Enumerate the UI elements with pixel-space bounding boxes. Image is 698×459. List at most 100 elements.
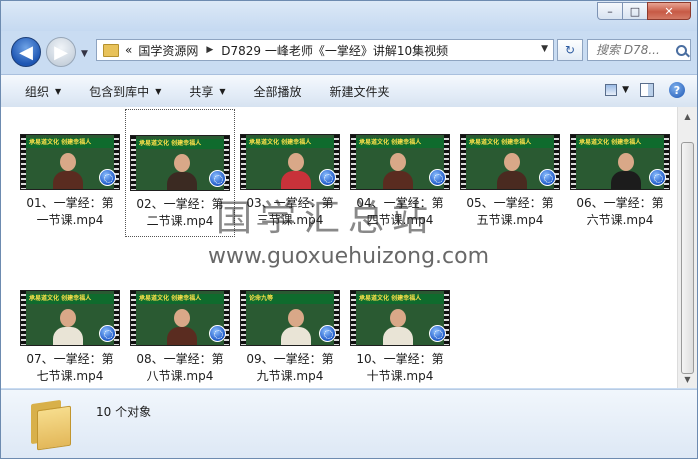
file-name-line: 六节课.mp4	[586, 213, 654, 227]
vertical-scrollbar[interactable]: ▲ ▼	[677, 107, 697, 388]
watermark-text: 国学汇总站	[216, 198, 437, 239]
file-name-line: 08、一掌经：第	[136, 352, 224, 366]
chevron-down-icon: ▼	[55, 86, 62, 96]
chevron-down-icon: ▼	[622, 85, 629, 95]
file-item[interactable]: 承易道文化 创建幸福人 07、一掌经：第 七节课.mp4	[15, 265, 125, 388]
speaker-figure	[167, 309, 197, 345]
new-folder-label: 新建文件夹	[329, 84, 390, 99]
details-pane: 10 个对象	[1, 389, 697, 458]
item-count: 10 个对象	[96, 405, 152, 419]
video-thumbnail: 承易道文化 创建幸福人	[240, 134, 340, 190]
minimize-button[interactable]: –	[597, 2, 623, 20]
preview-pane-icon	[640, 83, 654, 97]
scroll-up-icon[interactable]: ▲	[678, 107, 697, 125]
play-all-label: 全部播放	[253, 84, 302, 99]
file-name-line: 八节课.mp4	[146, 369, 214, 383]
navigation-bar: ◀ ▶ ▼ « 国学资源网 ▶ D7829 一峰老师《一掌经》讲解10集视频 ▼…	[1, 32, 697, 72]
help-button[interactable]: ?	[665, 80, 689, 100]
title-bar: – □ ✕	[1, 1, 697, 31]
preview-pane-button[interactable]	[635, 80, 659, 100]
media-player-icon	[539, 169, 556, 186]
speaker-figure	[611, 153, 641, 189]
file-name-line: 01、一掌经：第	[26, 196, 114, 210]
close-button[interactable]: ✕	[647, 2, 691, 20]
speaker-figure	[167, 154, 197, 190]
search-box[interactable]	[587, 39, 691, 61]
file-item[interactable]: 承易道文化 创建幸福人 10、一掌经：第 十节课.mp4	[345, 265, 455, 388]
thumbnail-banner: 承易道文化 创建幸福人	[356, 138, 444, 148]
play-all-button[interactable]: 全部播放	[254, 83, 302, 100]
file-item[interactable]: 论命九等 09、一掌经：第 九节课.mp4	[235, 265, 345, 388]
recent-pages-dropdown-icon[interactable]: ▼	[81, 49, 88, 59]
include-in-library-button[interactable]: 包含到库中 ▼	[89, 83, 161, 100]
file-name: 05、一掌经：第 五节课.mp4	[455, 195, 565, 229]
organize-button[interactable]: 组织 ▼	[25, 83, 61, 100]
thumbnail-banner: 承易道文化 创建幸福人	[136, 294, 224, 304]
file-item[interactable]: 承易道文化 创建幸福人 06、一掌经：第 六节课.mp4	[565, 109, 675, 237]
speaker-figure	[281, 309, 311, 345]
caption-buttons: – □ ✕	[597, 2, 691, 20]
file-name-line: 九节课.mp4	[256, 369, 324, 383]
file-name-line: 10、一掌经：第	[356, 352, 444, 366]
media-player-icon	[429, 169, 446, 186]
view-options-icon	[605, 84, 618, 96]
speaker-figure	[281, 153, 311, 189]
file-item[interactable]: 承易道文化 创建幸福人 01、一掌经：第 一节课.mp4	[15, 109, 125, 237]
video-thumbnail: 承易道文化 创建幸福人	[460, 134, 560, 190]
folder-icon	[103, 43, 119, 57]
back-button[interactable]: ◀	[11, 37, 41, 67]
file-name-line: 05、一掌经：第	[466, 196, 554, 210]
speaker-figure	[53, 309, 83, 345]
video-thumbnail: 承易道文化 创建幸福人	[350, 134, 450, 190]
media-player-icon	[99, 325, 116, 342]
breadcrumb-item[interactable]: 国学资源网	[138, 42, 198, 59]
video-thumbnail: 承易道文化 创建幸福人	[20, 134, 120, 190]
thumbnail-banner: 承易道文化 创建幸福人	[356, 294, 444, 304]
address-dropdown-icon[interactable]: ▼	[541, 44, 548, 54]
thumbnail-banner: 承易道文化 创建幸福人	[26, 138, 114, 148]
refresh-button[interactable]: ↻	[557, 39, 583, 61]
file-name: 06、一掌经：第 六节课.mp4	[565, 195, 675, 229]
folder-large-icon	[29, 398, 73, 451]
search-icon[interactable]	[676, 44, 687, 56]
scrollbar-thumb[interactable]	[681, 142, 694, 374]
toolbar-right-group: ▼ ?	[599, 80, 689, 100]
video-thumbnail: 承易道文化 创建幸福人	[130, 135, 230, 191]
chevron-down-icon: ▼	[155, 86, 162, 96]
media-player-icon	[209, 325, 226, 342]
view-options-button[interactable]: ▼	[605, 80, 629, 100]
scroll-down-icon[interactable]: ▼	[678, 370, 697, 388]
breadcrumb-item-current[interactable]: D7829 一峰老师《一掌经》讲解10集视频	[221, 42, 448, 59]
search-input[interactable]	[594, 42, 674, 58]
file-name-line: 09、一掌经：第	[246, 352, 334, 366]
video-thumbnail: 承易道文化 创建幸福人	[20, 290, 120, 346]
file-name: 10、一掌经：第 十节课.mp4	[345, 351, 455, 385]
chevron-down-icon: ▼	[219, 86, 226, 96]
help-icon: ?	[669, 82, 685, 98]
file-name-line: 07、一掌经：第	[26, 352, 114, 366]
file-name-line: 十节课.mp4	[366, 369, 434, 383]
file-item[interactable]: 承易道文化 创建幸福人 08、一掌经：第 八节课.mp4	[125, 265, 235, 388]
speaker-figure	[53, 153, 83, 189]
command-toolbar: 组织 ▼ 包含到库中 ▼ 共享 ▼ 全部播放 新建文件夹 ▼ ?	[1, 74, 697, 108]
media-player-icon	[209, 170, 226, 187]
speaker-figure	[497, 153, 527, 189]
file-name-line: 五节课.mp4	[476, 213, 544, 227]
share-button[interactable]: 共享 ▼	[189, 83, 225, 100]
forward-button[interactable]: ▶	[46, 37, 76, 67]
file-item[interactable]: 承易道文化 创建幸福人 05、一掌经：第 五节课.mp4	[455, 109, 565, 237]
video-thumbnail: 论命九等	[240, 290, 340, 346]
maximize-button[interactable]: □	[622, 2, 648, 20]
breadcrumb-overflow[interactable]: «	[125, 43, 132, 57]
breadcrumb-chevron-icon[interactable]: ▶	[206, 45, 213, 55]
media-player-icon	[319, 325, 336, 342]
watermark-url: www.guoxuehuizong.com	[208, 244, 490, 269]
video-thumbnail: 承易道文化 创建幸福人	[350, 290, 450, 346]
speaker-figure	[383, 309, 413, 345]
thumbnail-banner: 论命九等	[246, 294, 334, 304]
include-in-library-label: 包含到库中	[89, 84, 150, 99]
thumbnail-banner: 承易道文化 创建幸福人	[136, 139, 224, 149]
address-bar[interactable]: « 国学资源网 ▶ D7829 一峰老师《一掌经》讲解10集视频 ▼	[96, 39, 554, 61]
new-folder-button[interactable]: 新建文件夹	[330, 83, 390, 100]
file-name: 07、一掌经：第 七节课.mp4	[15, 351, 125, 385]
